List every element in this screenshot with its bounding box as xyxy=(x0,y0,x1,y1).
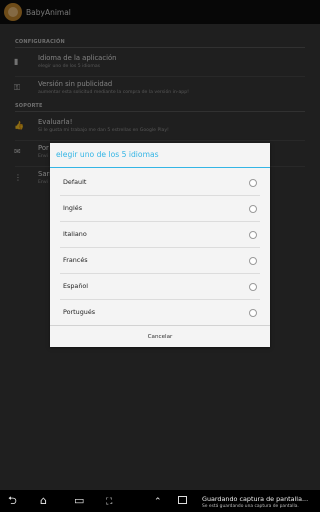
radio-button[interactable] xyxy=(249,205,257,213)
dialog-title-divider xyxy=(50,167,270,168)
option-label: Portugués xyxy=(63,308,96,316)
radio-button[interactable] xyxy=(249,283,257,291)
screenshot-icon[interactable]: ⛶ xyxy=(106,496,112,508)
radio-button[interactable] xyxy=(249,231,257,239)
dialog-title: elegir uno de los 5 idiomas xyxy=(56,150,159,159)
home-icon[interactable]: ⌂ xyxy=(40,495,47,507)
notification[interactable]: Guardando captura de pantalla... Se está… xyxy=(178,493,320,510)
option-portugues[interactable]: Portugués xyxy=(50,300,270,326)
radio-button[interactable] xyxy=(249,257,257,265)
option-label: Default xyxy=(63,178,87,186)
cancel-button[interactable]: Cancelar xyxy=(50,325,270,348)
notification-subtitle: Se está guardando una captura de pantall… xyxy=(202,504,299,509)
option-label: Inglés xyxy=(63,204,83,212)
system-bar: ⮌ ⌂ ▭ ⛶ ⌃ Guardando captura de pantalla.… xyxy=(0,490,320,512)
image-icon xyxy=(178,496,187,504)
notification-title: Guardando captura de pantalla... xyxy=(202,495,309,503)
radio-button[interactable] xyxy=(249,179,257,187)
back-icon[interactable]: ⮌ xyxy=(8,495,17,507)
option-label: Español xyxy=(63,282,89,290)
chevron-up-icon[interactable]: ⌃ xyxy=(154,496,162,508)
option-label: Italiano xyxy=(63,230,87,238)
language-dialog: elegir uno de los 5 idiomas Default Ingl… xyxy=(50,143,270,347)
option-ingles[interactable]: Inglés xyxy=(50,196,270,222)
option-italiano[interactable]: Italiano xyxy=(50,222,270,248)
recent-apps-icon[interactable]: ▭ xyxy=(74,495,84,507)
option-frances[interactable]: Francés xyxy=(50,248,270,274)
radio-button[interactable] xyxy=(249,309,257,317)
option-label: Francés xyxy=(63,256,88,264)
option-espanol[interactable]: Español xyxy=(50,274,270,300)
option-default[interactable]: Default xyxy=(50,170,270,196)
